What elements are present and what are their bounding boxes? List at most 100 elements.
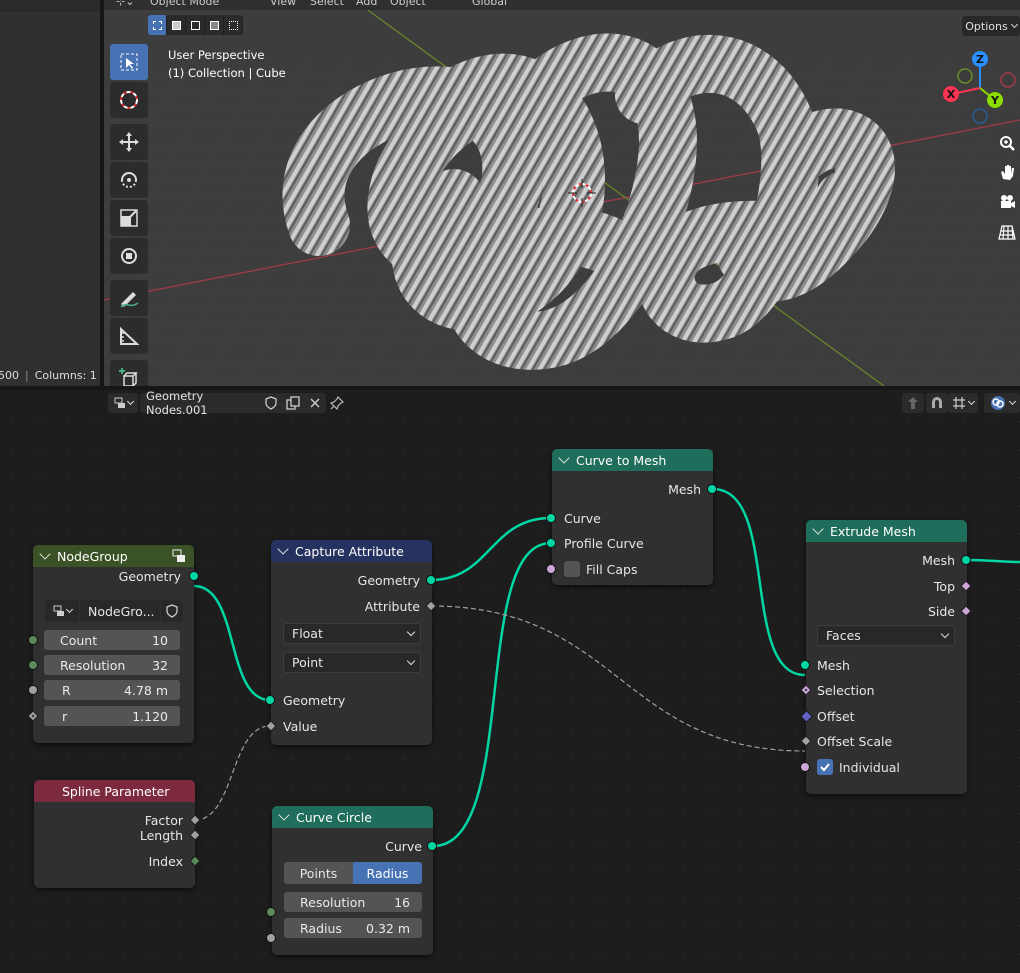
snap-toggle-button[interactable]	[926, 393, 948, 413]
profile-curve-in-socket[interactable]	[546, 538, 556, 548]
menu-object[interactable]: Object	[390, 0, 426, 8]
radius-field[interactable]: Radius 0.32 m	[284, 918, 422, 938]
input-selection: Selection	[817, 678, 875, 702]
resolution-socket[interactable]	[266, 907, 276, 917]
cursor-tool[interactable]	[110, 82, 148, 118]
socket-label: Length	[139, 827, 183, 843]
r-field[interactable]: r 1.120	[44, 706, 180, 726]
columns-count: Columns: 1	[34, 369, 97, 382]
select-intersect-button[interactable]	[224, 15, 243, 35]
group-selector[interactable]	[45, 600, 79, 622]
curve-to-mesh-node[interactable]: Curve to Mesh Mesh Curve Profile Curve F…	[546, 449, 717, 585]
collapse-chevron-icon[interactable]	[812, 523, 824, 535]
transform-tool[interactable]	[110, 238, 148, 274]
node-header[interactable]: Extrude Mesh	[806, 520, 967, 542]
duplicate-tree-button[interactable]	[282, 393, 304, 413]
mesh-out-socket[interactable]	[961, 555, 971, 565]
count-socket[interactable]	[28, 635, 38, 645]
node-header[interactable]: Curve to Mesh	[552, 449, 713, 471]
output-length: Length	[34, 823, 183, 847]
ortho-toggle-button[interactable]	[994, 219, 1020, 245]
options-button[interactable]: Options	[962, 16, 1020, 36]
output-mesh: Mesh	[552, 477, 701, 501]
parent-tree-button[interactable]	[902, 393, 924, 413]
select-new-button[interactable]	[148, 15, 167, 35]
curve-in-socket[interactable]	[546, 513, 556, 523]
select-subtract-button[interactable]	[186, 15, 205, 35]
collapse-chevron-icon[interactable]	[278, 809, 290, 821]
node-tree-icon[interactable]	[172, 549, 186, 563]
pin-button[interactable]	[328, 394, 346, 412]
collapse-chevron-icon[interactable]	[277, 543, 289, 555]
select-extend-button[interactable]	[167, 15, 186, 35]
menu-select[interactable]: Select	[310, 0, 344, 8]
orientation-selector[interactable]: Global	[472, 0, 507, 8]
capture-attribute-node[interactable]: Capture Attribute Geometry Attribute Flo…	[265, 540, 437, 745]
fill-caps-toggle[interactable]: Fill Caps	[564, 557, 638, 581]
overlays-button[interactable]	[984, 393, 1020, 413]
node-header[interactable]: Curve Circle	[272, 806, 433, 828]
collapse-chevron-icon[interactable]	[558, 452, 570, 464]
count-field[interactable]: Count 10	[44, 630, 180, 650]
data-type-dropdown[interactable]: Float	[283, 623, 421, 644]
node-header[interactable]: Spline Parameter	[34, 780, 195, 802]
menu-add[interactable]: Add	[356, 0, 377, 8]
resolution-field[interactable]: Resolution 16	[284, 892, 422, 912]
annotate-tool[interactable]	[110, 280, 148, 316]
snap-grid-icon	[953, 397, 965, 409]
geometry-in-socket[interactable]	[265, 695, 275, 705]
mode-selector[interactable]: Object Mode	[150, 0, 219, 8]
node-editor[interactable]: Geometry Nodes.001 NodeGroup Geometry No…	[0, 390, 1020, 973]
geometry-socket[interactable]	[189, 571, 199, 581]
scale-tool[interactable]	[110, 200, 148, 236]
zoom-button[interactable]	[994, 130, 1020, 156]
select-invert-button[interactable]	[205, 15, 224, 35]
fake-user-button[interactable]	[260, 393, 282, 413]
input-geometry: Geometry	[283, 688, 345, 712]
geometry-out-socket[interactable]	[426, 575, 436, 585]
mesh-in-socket[interactable]	[800, 660, 810, 670]
domain-dropdown[interactable]: Point	[283, 652, 421, 673]
menu-view[interactable]: View	[270, 0, 296, 8]
unlink-tree-button[interactable]	[304, 393, 326, 413]
R-field[interactable]: R 4.78 m	[44, 680, 180, 700]
rotate-tool[interactable]	[110, 162, 148, 198]
node-tree-name-field[interactable]: Geometry Nodes.001	[140, 390, 260, 417]
resolution-field[interactable]: Resolution 32	[44, 655, 180, 675]
annotate-icon	[120, 292, 139, 308]
curve-out-socket[interactable]	[427, 841, 437, 851]
pan-button[interactable]	[994, 159, 1020, 185]
radius-socket[interactable]	[266, 933, 276, 943]
mode-dropdown[interactable]: Faces	[817, 625, 955, 646]
individual-checkbox[interactable]	[817, 759, 833, 775]
measure-icon	[120, 326, 140, 345]
mode-points-button[interactable]: Points	[284, 862, 353, 884]
options-label: Options	[965, 19, 1008, 33]
mesh-out-socket[interactable]	[707, 484, 717, 494]
navigation-gizmo[interactable]: Z X Y	[940, 48, 1020, 128]
select-box-tool[interactable]	[110, 44, 148, 80]
measure-tool[interactable]	[110, 318, 148, 354]
spline-parameter-node[interactable]: Spline Parameter Factor Length Index	[34, 780, 201, 888]
extrude-mesh-node[interactable]: Extrude Mesh Mesh Top Side Faces Mesh Se…	[800, 520, 972, 794]
move-tool[interactable]	[110, 124, 148, 160]
mode-radius-button[interactable]: Radius	[353, 862, 422, 884]
fake-user-button[interactable]	[161, 600, 183, 622]
editor-type-icon[interactable]: ⊹⌄	[116, 0, 134, 8]
fill-caps-checkbox[interactable]	[564, 561, 580, 577]
individual-toggle[interactable]: Individual	[817, 755, 900, 779]
collapse-chevron-icon[interactable]	[39, 548, 51, 560]
resolution-socket[interactable]	[28, 660, 38, 670]
node-tree-type-selector[interactable]	[108, 393, 138, 413]
snap-element-button[interactable]	[948, 393, 978, 413]
R-socket[interactable]	[28, 685, 38, 695]
camera-icon	[1001, 195, 1015, 208]
individual-in-socket[interactable]	[800, 762, 810, 772]
field-value: 4.78 m	[124, 682, 168, 698]
camera-button[interactable]	[994, 189, 1020, 215]
group-name-field[interactable]: NodeGro...	[80, 600, 160, 622]
curve-circle-node[interactable]: Curve Circle Curve Points Radius Resolut…	[266, 806, 437, 955]
fill-caps-socket[interactable]	[546, 564, 556, 574]
node-header[interactable]: Capture Attribute	[271, 540, 432, 562]
node-group-node[interactable]: NodeGroup Geometry NodeGro... Count 10 R…	[27, 545, 199, 743]
